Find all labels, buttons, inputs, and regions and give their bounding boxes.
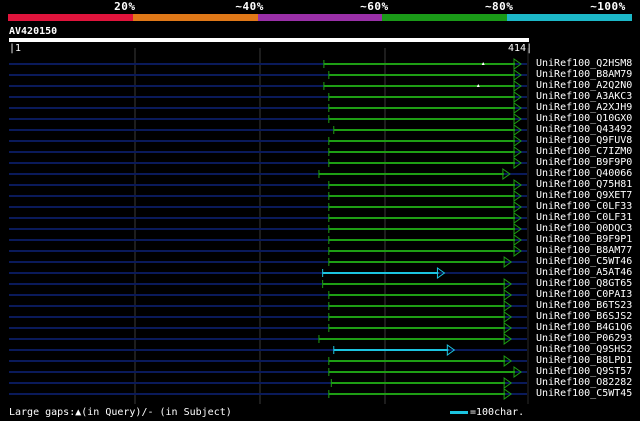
scale-legend: =100char. [450,407,524,418]
hit-label[interactable]: UniRef100_C0LF31 [536,212,632,223]
hit-label[interactable]: UniRef100_Q9FUV8 [536,135,632,146]
hit-label[interactable]: UniRef100_A2XJH9 [536,102,632,113]
gaps-legend: Large gaps:▲(in Query)/- (in Subject) [9,407,232,418]
hit-label[interactable]: UniRef100_Q0DQC3 [536,223,632,234]
hit-label[interactable]: UniRef100_A3AKC3 [536,91,632,102]
scale-swatch [450,410,468,414]
hit-label[interactable]: UniRef100_C0PAI3 [536,289,632,300]
hit-label[interactable]: UniRef100_C0LF33 [536,201,632,212]
hit-label[interactable]: UniRef100_B9F9P1 [536,234,632,245]
hit-label[interactable]: UniRef100_Q9XET7 [536,190,632,201]
hit-label[interactable]: UniRef100_C7IZM0 [536,146,632,157]
hit-label[interactable]: UniRef100_B8AM79 [536,69,632,80]
hit-label[interactable]: UniRef100_B6SJS2 [536,311,632,322]
hit-label[interactable]: UniRef100_B4G1Q6 [536,322,632,333]
hit-label[interactable]: UniRef100_B8LPD1 [536,355,632,366]
hit-label[interactable]: UniRef100_Q75H81 [536,179,632,190]
hit-label[interactable]: UniRef100_Q43492 [536,124,632,135]
hit-label[interactable]: UniRef100_Q10GX0 [536,113,632,124]
hit-label[interactable]: UniRef100_Q40066 [536,168,632,179]
hit-label[interactable]: UniRef100_B9F9P0 [536,157,632,168]
hit-label[interactable]: UniRef100_Q9SHS2 [536,344,632,355]
hit-label[interactable]: UniRef100_B8AM77 [536,245,632,256]
hit-label[interactable]: UniRef100_A5AT46 [536,267,632,278]
hit-label[interactable]: UniRef100_Q2HSM8 [536,58,632,69]
hit-label[interactable]: UniRef100_B6TS23 [536,300,632,311]
hit-label[interactable]: UniRef100_P06293 [536,333,632,344]
hit-label[interactable]: UniRef100_A2Q2N0 [536,80,632,91]
hit-label[interactable]: UniRef100_C5WT45 [536,388,632,399]
hit-label[interactable]: UniRef100_Q9ST57 [536,366,632,377]
hit-label[interactable]: UniRef100_C5WT46 [536,256,632,267]
hit-label[interactable]: UniRef100_Q8GT65 [536,278,632,289]
hit-label[interactable]: UniRef100_O82282 [536,377,632,388]
